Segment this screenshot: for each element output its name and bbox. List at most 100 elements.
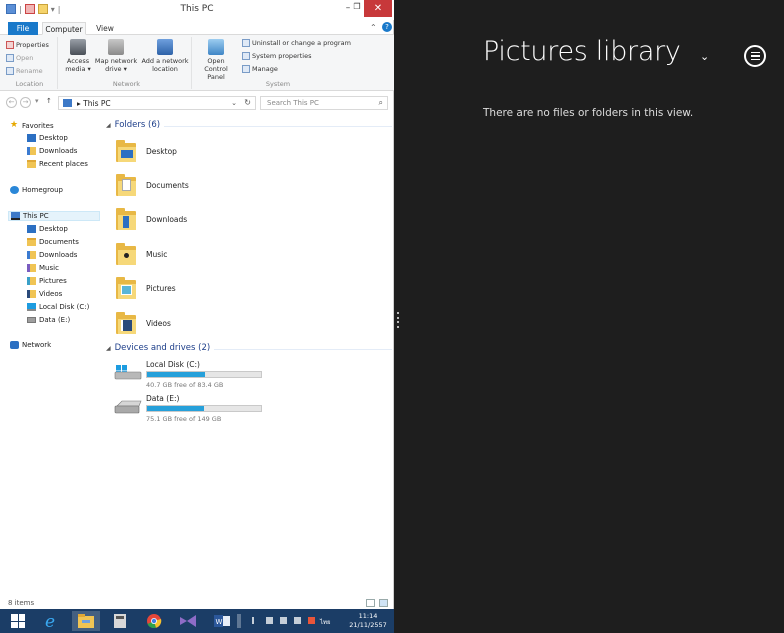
flag-icon[interactable] bbox=[266, 617, 273, 624]
search-icon: ⌕ bbox=[378, 98, 383, 107]
folder-item-videos[interactable]: Videos bbox=[116, 312, 171, 334]
desktop-icon bbox=[27, 225, 36, 233]
nav-pc-videos[interactable]: Videos bbox=[27, 290, 62, 298]
large-icons-view-icon[interactable] bbox=[379, 599, 388, 607]
snap-split-handle[interactable] bbox=[397, 312, 401, 328]
up-button[interactable]: ↑ bbox=[46, 97, 52, 105]
this-pc-icon bbox=[63, 99, 72, 107]
svg-text:e: e bbox=[45, 612, 55, 630]
close-button[interactable]: ✕ bbox=[364, 0, 392, 17]
folder-item-pictures[interactable]: Pictures bbox=[116, 277, 176, 299]
list-options-button[interactable] bbox=[744, 45, 766, 67]
nav-pc-downloads[interactable]: Downloads bbox=[27, 251, 77, 259]
taskbar-file-explorer[interactable] bbox=[72, 611, 100, 631]
help-icon[interactable]: ? bbox=[382, 22, 392, 32]
forward-button[interactable]: → bbox=[20, 97, 31, 108]
taskbar-calculator[interactable] bbox=[106, 611, 134, 631]
search-input[interactable]: Search This PC ⌕ bbox=[260, 96, 388, 110]
system-clock[interactable]: 11:14 21/11/2557 bbox=[344, 612, 392, 630]
nav-homegroup[interactable]: Homegroup bbox=[10, 186, 63, 194]
network-location-icon bbox=[157, 39, 173, 55]
nav-pc-documents[interactable]: Documents bbox=[27, 238, 79, 246]
drive-item-data[interactable]: Data (E:) 75.1 GB free of 149 GB bbox=[114, 394, 274, 424]
network-tray-icon[interactable] bbox=[280, 617, 287, 624]
nav-label: Music bbox=[39, 264, 59, 272]
taskbar-word[interactable]: W bbox=[208, 611, 236, 631]
ribbon-collapse-icon[interactable]: ⌃ bbox=[370, 23, 377, 32]
rename-button[interactable]: Rename bbox=[6, 67, 43, 75]
address-bar[interactable]: ▸ This PC ⌄ ↻ bbox=[58, 96, 256, 110]
folder-icon bbox=[116, 140, 136, 162]
folder-item-music[interactable]: Music bbox=[116, 243, 167, 265]
address-dropdown-icon[interactable]: ⌄ bbox=[231, 99, 237, 107]
add-network-location-button[interactable]: Add a network location bbox=[140, 39, 190, 73]
item-count: 8 items bbox=[8, 599, 35, 607]
ribbon-group-label: System bbox=[265, 80, 291, 88]
details-view-icon[interactable] bbox=[366, 599, 375, 607]
map-network-drive-button[interactable]: Map network drive ▾ bbox=[94, 39, 138, 73]
folder-item-desktop[interactable]: Desktop bbox=[116, 140, 177, 162]
nav-recent-places[interactable]: Recent places bbox=[27, 160, 88, 168]
drive-item-local-disk[interactable]: Local Disk (C:) 40.7 GB free of 83.4 GB bbox=[114, 360, 274, 390]
search-placeholder: Search This PC bbox=[267, 99, 319, 107]
access-media-button[interactable]: Access media ▾ bbox=[64, 39, 92, 73]
taskbar-chrome[interactable] bbox=[140, 611, 168, 631]
uninstall-program-button[interactable]: Uninstall or change a program bbox=[242, 39, 351, 47]
drive-usage-bar bbox=[146, 371, 262, 378]
taskbar-visual-studio[interactable] bbox=[174, 611, 202, 631]
add-location-label: Add a network location bbox=[141, 57, 189, 73]
nav-data-drive[interactable]: Data (E:) bbox=[27, 316, 70, 324]
folder-icon bbox=[116, 312, 136, 334]
star-icon: ★ bbox=[10, 120, 19, 130]
open-label: Open bbox=[16, 54, 34, 62]
nav-favorites-desktop[interactable]: Desktop bbox=[27, 134, 68, 142]
nav-pc-pictures[interactable]: Pictures bbox=[27, 277, 67, 285]
show-hidden-icons-icon[interactable] bbox=[252, 617, 254, 624]
nav-local-disk[interactable]: Local Disk (C:) bbox=[27, 303, 89, 311]
folder-item-documents[interactable]: Documents bbox=[116, 174, 189, 196]
nav-label: Network bbox=[22, 341, 52, 349]
back-button[interactable]: ← bbox=[6, 97, 17, 108]
tab-file[interactable]: File bbox=[8, 22, 38, 35]
nav-this-pc[interactable]: This PC bbox=[8, 211, 100, 221]
nav-label: Recent places bbox=[39, 160, 88, 168]
manage-button[interactable]: Manage bbox=[242, 65, 278, 73]
uninstall-label: Uninstall or change a program bbox=[252, 39, 351, 47]
nav-pc-music[interactable]: Music bbox=[27, 264, 59, 272]
folder-icon bbox=[116, 243, 136, 265]
app-tray-icon[interactable] bbox=[308, 617, 315, 624]
ribbon-tabs: File Computer View ⌃ ? bbox=[0, 20, 394, 35]
drive-name: Data (E:) bbox=[146, 394, 180, 403]
wifi-icon[interactable] bbox=[294, 617, 301, 624]
library-dropdown-icon[interactable]: ⌄ bbox=[700, 50, 709, 63]
tab-view[interactable]: View bbox=[92, 22, 118, 35]
word-icon: W bbox=[214, 615, 230, 627]
photos-app: Pictures library ⌄ There are no files or… bbox=[402, 0, 784, 633]
start-button[interactable] bbox=[4, 611, 32, 631]
library-title[interactable]: Pictures library bbox=[483, 36, 681, 67]
nav-favorites-downloads[interactable]: Downloads bbox=[27, 147, 77, 155]
language-indicator[interactable]: ไทย bbox=[320, 617, 331, 626]
open-button[interactable]: Open bbox=[6, 54, 33, 62]
tab-computer[interactable]: Computer bbox=[42, 22, 86, 35]
system-properties-button[interactable]: System properties bbox=[242, 52, 311, 60]
properties-button[interactable]: Properties bbox=[6, 41, 49, 49]
refresh-icon[interactable]: ↻ bbox=[244, 98, 251, 107]
folder-icon bbox=[116, 174, 136, 196]
ribbon-group-label: Location bbox=[15, 80, 44, 88]
map-drive-label: Map network drive ▾ bbox=[94, 57, 138, 73]
nav-pc-desktop[interactable]: Desktop bbox=[27, 225, 68, 233]
nav-network[interactable]: Network bbox=[10, 341, 51, 349]
taskbar-internet-explorer[interactable]: e bbox=[38, 611, 66, 631]
nav-favorites[interactable]: ★ Favorites bbox=[10, 121, 54, 130]
folder-name: Music bbox=[146, 249, 168, 259]
folders-section-header[interactable]: ◢ Folders (6) bbox=[106, 120, 160, 130]
maximize-button[interactable]: ❐ bbox=[351, 2, 363, 14]
folder-item-downloads[interactable]: Downloads bbox=[116, 208, 187, 230]
recent-locations-icon[interactable]: ▾ bbox=[35, 97, 39, 105]
devices-section-header[interactable]: ◢ Devices and drives (2) bbox=[106, 343, 210, 353]
empty-state-message: There are no files or folders in this vi… bbox=[483, 107, 694, 119]
homegroup-icon bbox=[10, 186, 19, 194]
open-control-panel-button[interactable]: Open Control Panel bbox=[196, 39, 236, 81]
nav-label: Data (E:) bbox=[39, 316, 71, 324]
